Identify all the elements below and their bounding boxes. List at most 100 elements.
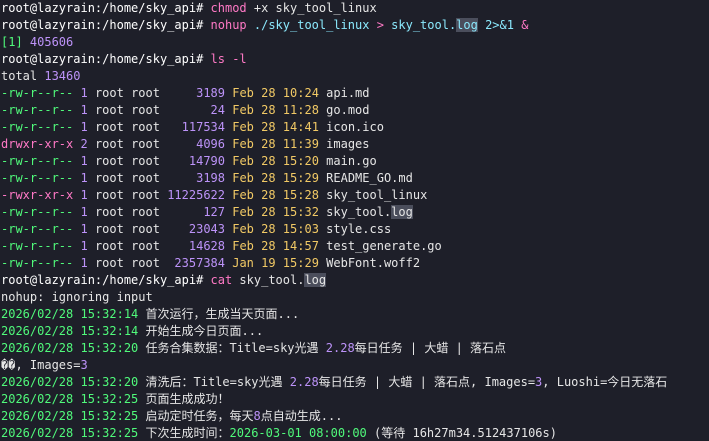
terminal-text-segment: 1 bbox=[80, 120, 88, 134]
terminal-text-segment: -rw-r--r-- bbox=[1, 222, 81, 236]
terminal-text-segment: images bbox=[318, 137, 370, 151]
terminal-text-segment: drwxr-xr-x bbox=[1, 137, 81, 151]
terminal-text-segment: sky_tool. bbox=[383, 18, 457, 32]
terminal-text-segment: WebFont.woff2 bbox=[318, 256, 421, 270]
terminal-text-segment: Feb 28 11:39 bbox=[225, 137, 319, 151]
terminal-text-segment: 任务合集数据：Title=sky光遇 bbox=[138, 341, 326, 355]
terminal-text-segment: ./sky_tool_linux bbox=[246, 18, 377, 32]
terminal-line: 2026/02/28 15:32:14 开始生成今日页面... bbox=[1, 323, 709, 340]
terminal-text-segment: 2026/02/28 15:32:14 bbox=[1, 324, 139, 338]
terminal-line: 2026/02/28 15:32:25 页面生成成功！ bbox=[1, 391, 709, 408]
terminal-text-segment: 每日任务 | 大蜡 | 落石点 bbox=[354, 341, 507, 355]
terminal-text-segment: 1 bbox=[80, 222, 88, 236]
terminal-text-segment: Feb 28 15:32 bbox=[225, 205, 319, 219]
terminal-text-segment: 3198 bbox=[196, 171, 225, 185]
terminal-text-segment: 2 bbox=[80, 137, 88, 151]
terminal-text-segment: 2026/02/28 15:32:20 bbox=[1, 375, 139, 389]
terminal-text-segment: -rwxr-xr-x bbox=[1, 188, 81, 202]
terminal-text-segment: root root bbox=[87, 171, 197, 185]
terminal-text-segment: 1 bbox=[80, 86, 88, 100]
terminal-line: -rw-r--r-- 1 root root 14790 Feb 28 15:2… bbox=[1, 153, 709, 170]
terminal-text-segment: -rw-r--r-- bbox=[1, 239, 81, 253]
terminal-text-segment: 2026/02/28 15:32:25 bbox=[1, 409, 139, 423]
terminal-text-segment: 14628 bbox=[188, 239, 225, 253]
terminal-output: root@lazyrain:/home/sky_api# chmod +x sk… bbox=[0, 0, 709, 441]
terminal-text-segment: 117534 bbox=[181, 120, 225, 134]
terminal-text-segment: -rw-r--r-- bbox=[1, 120, 81, 134]
terminal-text-segment: 1 bbox=[80, 256, 88, 270]
terminal-line: -rw-r--r-- 1 root root 127 Feb 28 15:32 … bbox=[1, 204, 709, 221]
terminal-text-segment: > bbox=[376, 18, 384, 32]
terminal-line: root@lazyrain:/home/sky_api# chmod +x sk… bbox=[1, 0, 709, 17]
terminal-text-segment: -l bbox=[224, 52, 247, 66]
terminal-text-segment: 2.28 bbox=[325, 341, 355, 355]
terminal-text-segment: 1 bbox=[80, 188, 88, 202]
terminal-line: -rw-r--r-- 1 root root 24 Feb 28 11:28 g… bbox=[1, 102, 709, 119]
terminal-text-segment: 3 bbox=[80, 358, 88, 372]
terminal-text-segment: 13460 bbox=[44, 69, 81, 83]
terminal-text-segment: go.mod bbox=[318, 103, 370, 117]
terminal-text-segment: 14790 bbox=[188, 154, 225, 168]
terminal-text-segment: Jan 19 15:29 bbox=[225, 256, 319, 270]
terminal-text-segment: 启动定时任务，每天 bbox=[138, 409, 254, 423]
terminal-text-segment: api.md bbox=[318, 86, 370, 100]
terminal-text-segment: ls bbox=[210, 52, 225, 66]
terminal-text-segment: 1 bbox=[80, 205, 88, 219]
terminal-text-segment: 2357384 bbox=[174, 256, 225, 270]
terminal-text-segment: 23043 bbox=[188, 222, 225, 236]
terminal-text-segment: root root bbox=[87, 137, 197, 151]
terminal-text-segment: root root bbox=[87, 103, 211, 117]
terminal-text-segment: Feb 28 14:41 bbox=[225, 120, 319, 134]
terminal-line: nohup: ignoring input bbox=[1, 289, 709, 306]
terminal-text-segment: 下次生成时间： bbox=[138, 426, 230, 440]
terminal-line: -rw-r--r-- 1 root root 3189 Feb 28 10:24… bbox=[1, 85, 709, 102]
terminal-text-segment: 405606 bbox=[29, 35, 74, 49]
terminal-text-segment: 2026/02/28 15:32:25 bbox=[1, 426, 139, 440]
terminal-text-segment: total bbox=[1, 69, 45, 83]
terminal-line: 2026/02/28 15:32:14 首次运行，生成当天页面... bbox=[1, 306, 709, 323]
terminal-text-segment: icon.ico bbox=[318, 120, 384, 134]
terminal-text-segment: root root bbox=[87, 120, 182, 134]
terminal-text-segment: nohup bbox=[210, 18, 247, 32]
terminal-text-segment: 2>&1 bbox=[477, 18, 522, 32]
terminal-text-segment: Feb 28 10:24 bbox=[225, 86, 319, 100]
terminal-text-segment: test_generate.go bbox=[318, 239, 442, 253]
terminal-text-segment: -rw-r--r-- bbox=[1, 205, 81, 219]
terminal-text-segment: 2026-03-01 08:00:00 bbox=[229, 426, 367, 440]
terminal-text-segment: 页面生成成功！ bbox=[138, 392, 230, 406]
terminal-text-segment: 点自动生成... bbox=[260, 409, 343, 423]
terminal-text-segment: & bbox=[521, 18, 529, 32]
terminal-line: root@lazyrain:/home/sky_api# nohup ./sky… bbox=[1, 17, 709, 34]
terminal-text-segment: 2026/02/28 15:32:20 bbox=[1, 341, 139, 355]
terminal-text-segment: root root bbox=[87, 154, 189, 168]
terminal-text-segment: chmod bbox=[210, 1, 247, 15]
terminal-line: root@lazyrain:/home/sky_api# cat sky_too… bbox=[1, 272, 709, 289]
terminal-line: total 13460 bbox=[1, 68, 709, 85]
terminal-text-segment: , Luoshi=今日无落石 bbox=[542, 375, 668, 389]
terminal-text-segment: -rw-r--r-- bbox=[1, 256, 81, 270]
terminal-text-segment: 1 bbox=[80, 103, 88, 117]
terminal-text-segment: 开始生成今日页面... bbox=[138, 324, 264, 338]
terminal-text-segment: root root bbox=[87, 205, 204, 219]
terminal-text-segment: sky_tool. bbox=[232, 273, 305, 287]
terminal-text-segment: main.go bbox=[318, 154, 377, 168]
terminal-text-segment: README_GO.md bbox=[318, 171, 413, 185]
terminal-text-segment: root root bbox=[87, 86, 197, 100]
terminal-text-segment: [1] bbox=[1, 35, 30, 49]
terminal-text-segment: 8 bbox=[253, 409, 261, 423]
terminal-line: -rw-r--r-- 1 root root 117534 Feb 28 14:… bbox=[1, 119, 709, 136]
terminal-window[interactable]: root@lazyrain:/home/sky_api# chmod +x sk… bbox=[0, 0, 709, 441]
terminal-text-segment: Feb 28 15:29 bbox=[225, 171, 319, 185]
terminal-text-segment: root@lazyrain:/home/sky_api# bbox=[1, 273, 211, 287]
terminal-line: 2026/02/28 15:32:25 启动定时任务，每天8点自动生成... bbox=[1, 408, 709, 425]
terminal-text-segment: 1 bbox=[80, 154, 88, 168]
terminal-text-segment: 24 bbox=[210, 103, 225, 117]
terminal-line: ��, Images=3 bbox=[1, 357, 709, 374]
terminal-text-segment: root root bbox=[87, 188, 168, 202]
terminal-text-segment: -rw-r--r-- bbox=[1, 86, 81, 100]
terminal-text-segment: root@lazyrain:/home/sky_api# bbox=[1, 1, 211, 15]
terminal-text-segment: -rw-r--r-- bbox=[1, 171, 81, 185]
terminal-text-segment: Feb 28 15:03 bbox=[225, 222, 319, 236]
terminal-text-segment: 清洗后：Title=sky光遇 bbox=[138, 375, 290, 389]
terminal-line: drwxr-xr-x 2 root root 4096 Feb 28 11:39… bbox=[1, 136, 709, 153]
